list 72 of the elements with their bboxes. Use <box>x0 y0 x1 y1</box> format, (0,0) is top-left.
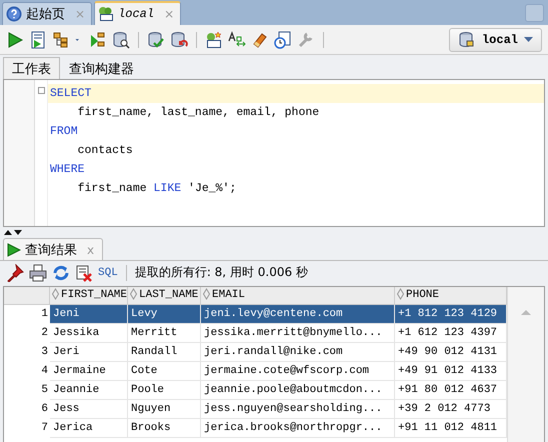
refresh-icon[interactable] <box>52 264 70 282</box>
database-search-icon[interactable] <box>112 30 130 48</box>
table-row[interactable]: 2 Jessika Merritt jessika.merritt@bnymello... +1 612 123 4397 <box>4 324 507 343</box>
pin-icon[interactable] <box>6 264 24 282</box>
caret-icon <box>524 35 533 44</box>
row-number: 7 <box>40 421 49 436</box>
results-tab[interactable]: 查询结果 x <box>3 238 104 260</box>
row-number: 2 <box>40 326 49 341</box>
scrollbar-track[interactable] <box>507 287 544 442</box>
table-row[interactable]: 3 Jeri Randall jeri.randall@nike.com +49 90 012 4131 <box>4 343 507 362</box>
row-number: 6 <box>40 402 49 417</box>
table-cell: jerica.brooks@northropgr... <box>201 419 395 438</box>
table-cell: Randall <box>128 343 201 362</box>
code-line: SELECT <box>50 87 92 100</box>
table-row[interactable]: 7 Jerica Brooks jerica.brooks@northropgr... +91 11 012 4811 <box>4 419 507 438</box>
split-arrows-icon[interactable] <box>3 228 23 236</box>
editor-tab[interactable]: 查询构建器 <box>60 57 143 79</box>
table-row[interactable]: 5 Jeannie Poole jeannie.poole@aboutmcdon... +91 80 012 4637 <box>4 381 507 400</box>
table-cell: Jeni <box>50 305 128 324</box>
table-cell: Jessika <box>50 324 128 343</box>
table-cell: Levy <box>128 305 201 324</box>
clear-icon[interactable] <box>75 264 93 282</box>
run-script-icon[interactable] <box>29 30 47 48</box>
column-header[interactable]: FIRST_NAME <box>50 287 128 305</box>
code-line: first_name LIKE 'Je_%'; <box>76 182 236 195</box>
table-cell: Brooks <box>128 419 201 438</box>
document-tab[interactable]: 起始页 × <box>2 2 92 25</box>
column-header[interactable]: PHONE <box>395 287 507 305</box>
table-row[interactable]: 6 Jess Nguyen jess.nguyen@searsholding... +39 2 012 4773 <box>4 400 507 419</box>
table-cell: jeri.randall@nike.com <box>201 343 395 362</box>
document-tab[interactable]: local × <box>94 1 182 25</box>
row-number: 1 <box>40 307 49 322</box>
table-cell: Merritt <box>128 324 201 343</box>
help-icon <box>6 6 22 22</box>
sql-link[interactable]: SQL <box>98 266 118 278</box>
history-icon[interactable] <box>274 30 292 48</box>
eraser-icon[interactable] <box>251 30 269 48</box>
table-cell: Jeannie <box>50 381 128 400</box>
table-row[interactable]: 4 Jermaine Cote jermaine.cote@wfscorp.com +49 91 012 4133 <box>4 362 507 381</box>
table-cell: Nguyen <box>128 400 201 419</box>
table-cell: +1 812 123 4129 <box>395 305 507 324</box>
table-cell: Cote <box>128 362 201 381</box>
code-line: first_name, last_name, email, phone <box>76 106 320 119</box>
table-cell: jermaine.cote@wfscorp.com <box>201 362 395 381</box>
row-number: 4 <box>40 364 49 379</box>
column-header[interactable]: LAST_NAME <box>128 287 201 305</box>
status-text: 提取的所有行: 8, 用时 0.006 秒 <box>134 264 308 281</box>
table-cell: Jerica <box>50 419 128 438</box>
database-icon <box>458 30 476 48</box>
code-line: contacts <box>76 144 133 157</box>
column-header[interactable]: EMAIL <box>201 287 395 305</box>
fold-marker-icon[interactable] <box>38 87 44 94</box>
code-line: FROM <box>50 125 78 138</box>
table-row[interactable]: 1 Jeni Levy jeni.levy@centene.com +1 812 123 4129 <box>4 305 507 324</box>
editor-tab[interactable]: 工作表 <box>3 57 60 79</box>
table-cell: Jeri <box>50 343 128 362</box>
code-line: WHERE <box>50 163 85 176</box>
run-icon[interactable] <box>6 30 24 48</box>
run-icon <box>7 242 21 256</box>
row-number: 5 <box>40 383 49 398</box>
connection-button[interactable]: local <box>448 28 542 52</box>
header-corner <box>4 287 50 305</box>
table-cell: Jermaine <box>50 362 128 381</box>
table-cell: jeannie.poole@aboutmcdon... <box>201 381 395 400</box>
print-icon[interactable] <box>29 264 47 282</box>
table-cell: Poole <box>128 381 201 400</box>
row-number: 3 <box>40 345 49 360</box>
table-cell: jeni.levy@centene.com <box>201 305 395 324</box>
table-cell: jess.nguyen@searsholding... <box>201 400 395 419</box>
commit-icon[interactable] <box>147 30 165 48</box>
table-cell: Jess <box>50 400 128 419</box>
table-cell: jessika.merritt@bnymello... <box>201 324 395 343</box>
